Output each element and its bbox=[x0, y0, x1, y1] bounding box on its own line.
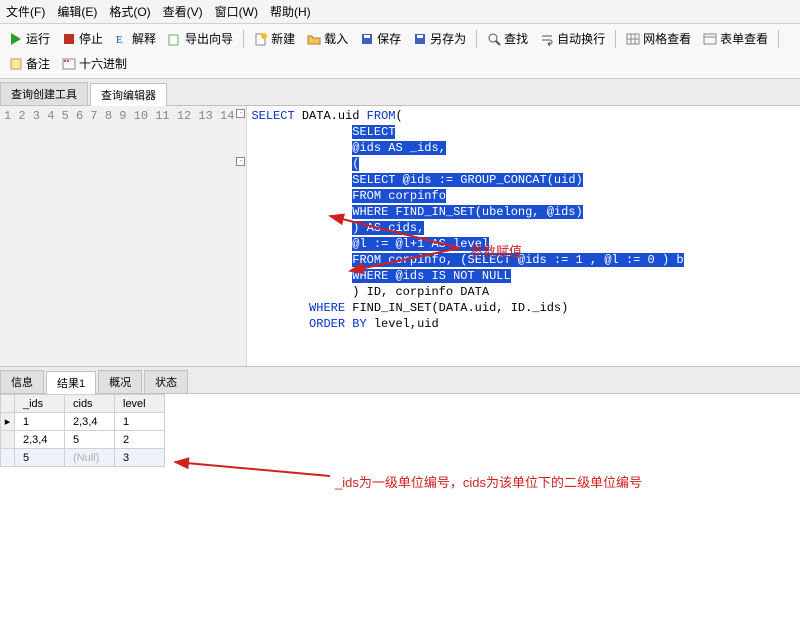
tab-query-editor[interactable]: 查询编辑器 bbox=[90, 83, 167, 106]
line-gutter: 1 2 3 4 5 6 7 8 9 10 11 12 13 14 - - bbox=[0, 106, 247, 366]
annotation-ids-explain: _ids为一级单位编号，cids为该单位下的二级单位编号 bbox=[335, 472, 642, 491]
result-pane: _ids cids level ▸ 1 2,3,4 1 2,3,4 5 2 5 … bbox=[0, 394, 800, 619]
form-view-button[interactable]: 表单查看 bbox=[698, 27, 773, 50]
run-button[interactable]: 运行 bbox=[4, 27, 55, 50]
hex-button[interactable]: 十六进制 bbox=[57, 52, 132, 75]
play-icon bbox=[9, 32, 23, 46]
stop-icon bbox=[62, 32, 76, 46]
save-button[interactable]: 保存 bbox=[355, 27, 406, 50]
code-area[interactable]: SELECT DATA.uid FROM( SELECT @ids AS _id… bbox=[247, 106, 800, 366]
menu-window[interactable]: 窗口(W) bbox=[215, 3, 258, 20]
grid-header-row: _ids cids level bbox=[1, 395, 165, 413]
result-tabstrip: 信息 结果1 概况 状态 bbox=[0, 366, 800, 394]
tab-info[interactable]: 信息 bbox=[0, 370, 44, 393]
comment-button[interactable]: 备注 bbox=[4, 52, 55, 75]
row-header-corner bbox=[1, 395, 15, 413]
menu-help[interactable]: 帮助(H) bbox=[270, 3, 311, 20]
search-icon bbox=[487, 32, 501, 46]
tab-query-builder[interactable]: 查询创建工具 bbox=[0, 82, 88, 105]
save-icon bbox=[360, 32, 374, 46]
toolbar-separator bbox=[778, 30, 779, 48]
export-icon bbox=[168, 32, 182, 46]
save-as-icon bbox=[413, 32, 427, 46]
toolbar: 运行 停止 E解释 导出向导 新建 载入 保存 另存为 查找 自动换行 网格查看… bbox=[0, 24, 800, 79]
grid-icon bbox=[626, 32, 640, 46]
menu-format[interactable]: 格式(O) bbox=[109, 3, 150, 20]
toolbar-separator bbox=[615, 30, 616, 48]
grid-view-button[interactable]: 网格查看 bbox=[621, 27, 696, 50]
row-cursor-icon: ▸ bbox=[1, 413, 15, 431]
wrap-icon bbox=[540, 32, 554, 46]
explain-icon: E bbox=[115, 32, 129, 46]
editor-tabstrip: 查询创建工具 查询编辑器 bbox=[0, 79, 800, 106]
toolbar-separator bbox=[476, 30, 477, 48]
menu-file[interactable]: 文件(F) bbox=[6, 3, 45, 20]
find-button[interactable]: 查找 bbox=[482, 27, 533, 50]
new-icon bbox=[254, 32, 268, 46]
tab-profile[interactable]: 概况 bbox=[98, 370, 142, 393]
sql-editor[interactable]: 1 2 3 4 5 6 7 8 9 10 11 12 13 14 - - SEL… bbox=[0, 106, 800, 366]
save-as-button[interactable]: 另存为 bbox=[408, 27, 471, 50]
col-cids[interactable]: cids bbox=[65, 395, 115, 413]
table-row[interactable]: 5 (Null) 3 bbox=[1, 449, 165, 467]
hex-icon bbox=[62, 57, 76, 71]
menu-view[interactable]: 查看(V) bbox=[163, 3, 203, 20]
load-button[interactable]: 载入 bbox=[302, 27, 353, 50]
stop-button[interactable]: 停止 bbox=[57, 27, 108, 50]
menu-bar: 文件(F) 编辑(E) 格式(O) 查看(V) 窗口(W) 帮助(H) bbox=[0, 0, 800, 24]
col-level[interactable]: level bbox=[115, 395, 165, 413]
form-icon bbox=[703, 32, 717, 46]
fold-marker[interactable]: - bbox=[236, 157, 245, 166]
col-ids[interactable]: _ids bbox=[15, 395, 65, 413]
folder-open-icon bbox=[307, 32, 321, 46]
tab-result1[interactable]: 结果1 bbox=[46, 371, 96, 394]
menu-edit[interactable]: 编辑(E) bbox=[57, 3, 97, 20]
new-button[interactable]: 新建 bbox=[249, 27, 300, 50]
toolbar-separator bbox=[243, 30, 244, 48]
autowrap-button[interactable]: 自动换行 bbox=[535, 27, 610, 50]
svg-text:E: E bbox=[116, 34, 123, 46]
explain-button[interactable]: E解释 bbox=[110, 27, 161, 50]
export-wizard-button[interactable]: 导出向导 bbox=[163, 27, 238, 50]
fold-marker[interactable]: - bbox=[236, 109, 245, 118]
annotation-param-assign: 参数赋值 bbox=[470, 241, 522, 260]
table-row[interactable]: ▸ 1 2,3,4 1 bbox=[1, 413, 165, 431]
arrow-annotation bbox=[170, 454, 340, 484]
tab-status[interactable]: 状态 bbox=[144, 370, 188, 393]
table-row[interactable]: 2,3,4 5 2 bbox=[1, 431, 165, 449]
result-grid[interactable]: _ids cids level ▸ 1 2,3,4 1 2,3,4 5 2 5 … bbox=[0, 394, 165, 467]
note-icon bbox=[9, 57, 23, 71]
